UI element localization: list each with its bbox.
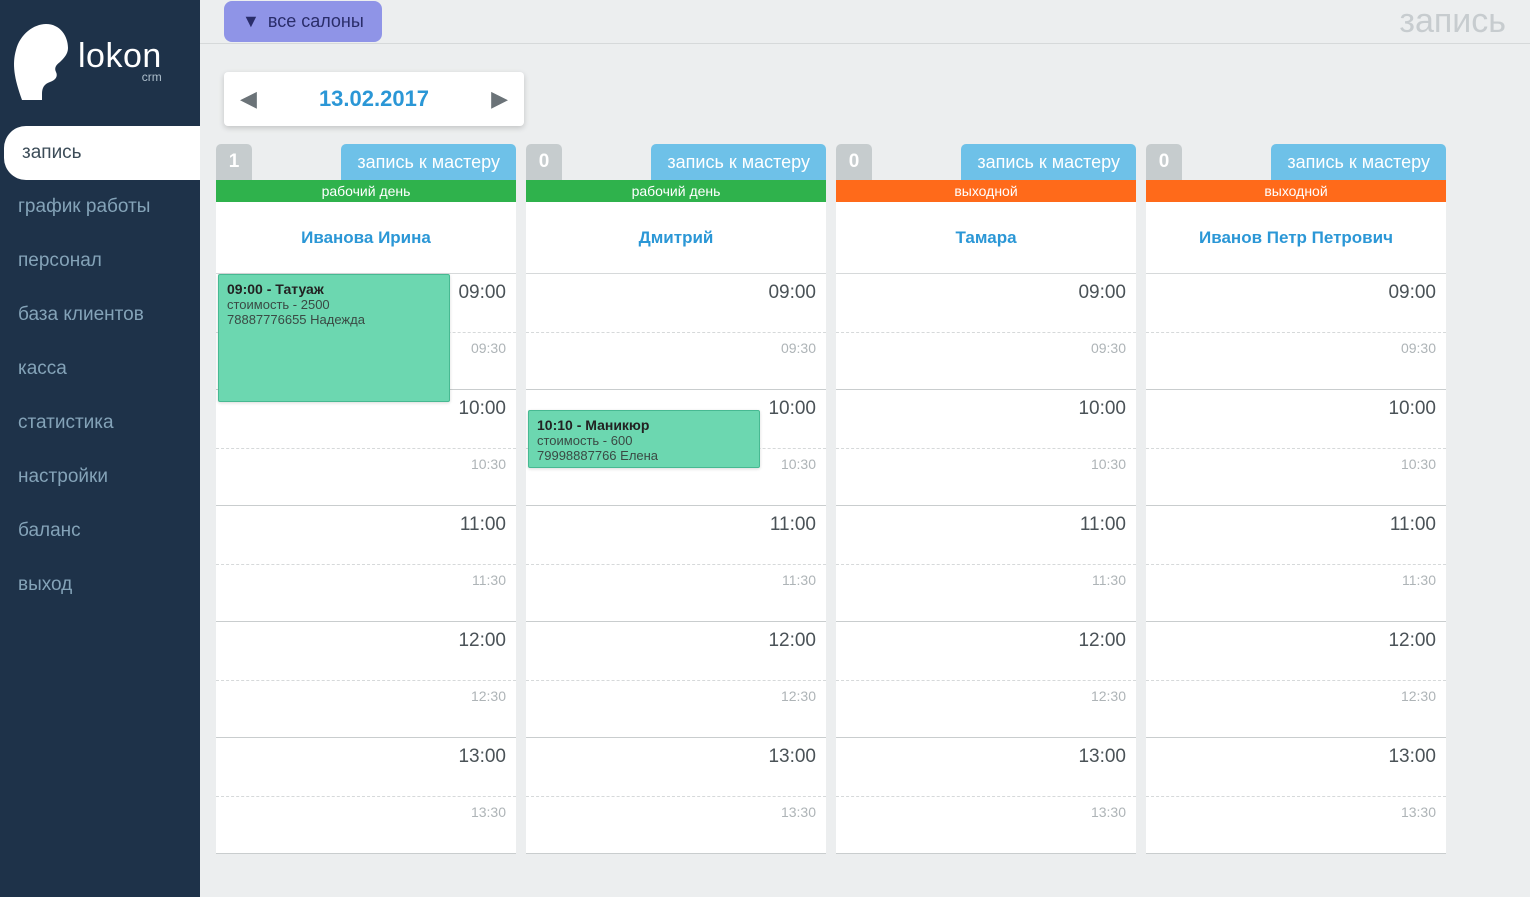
master-name[interactable]: Дмитрий: [526, 202, 826, 274]
time-slots: 09:0009:30 10:0010:30 11:0011:30 12:0012…: [836, 274, 1136, 854]
time-slot[interactable]: 13:0013:30: [216, 738, 516, 854]
time-slot[interactable]: 09:0009:30: [836, 274, 1136, 390]
appointment-count-badge: 0: [1146, 144, 1182, 180]
time-slot[interactable]: 12:0012:30: [216, 622, 516, 738]
nav-item-nastroyki[interactable]: настройки: [0, 450, 200, 504]
time-slot[interactable]: 10:0010:30: [836, 390, 1136, 506]
appointment-count-badge: 0: [526, 144, 562, 180]
time-slot[interactable]: 11:0011:30: [836, 506, 1136, 622]
nav-item-kassa[interactable]: касса: [0, 342, 200, 396]
salon-picker[interactable]: ▼ все салоны: [224, 1, 382, 42]
nav-item-personal[interactable]: персонал: [0, 234, 200, 288]
day-type-label: рабочий день: [526, 180, 826, 202]
time-slots: 09:00 - Татуаж стоимость - 2500 78887776…: [216, 274, 516, 854]
master-name[interactable]: Тамара: [836, 202, 1136, 274]
time-slot[interactable]: 10:0010:30: [1146, 390, 1446, 506]
date-text[interactable]: 13.02.2017: [319, 86, 429, 112]
master-name[interactable]: Иванов Петр Петрович: [1146, 202, 1446, 274]
appointment-card[interactable]: 09:00 - Татуаж стоимость - 2500 78887776…: [218, 274, 450, 402]
master-column: 1 запись к мастеру рабочий день Иванова …: [216, 144, 516, 854]
book-master-button[interactable]: запись к мастеру: [341, 144, 516, 180]
appointment-price: стоимость - 600: [537, 433, 751, 448]
master-column: 0 запись к мастеру выходной Иванов Петр …: [1146, 144, 1446, 854]
sidebar: lokon crm запись график работы персонал …: [0, 0, 200, 897]
time-slot[interactable]: 11:0011:30: [526, 506, 826, 622]
time-slot[interactable]: 11:0011:30: [216, 506, 516, 622]
next-day-button[interactable]: ▶: [491, 86, 508, 112]
chevron-down-icon: ▼: [242, 11, 260, 32]
time-slot[interactable]: 13:0013:30: [526, 738, 826, 854]
logo: lokon crm: [0, 0, 200, 120]
time-slots: 10:10 - Маникюр стоимость - 600 79998887…: [526, 274, 826, 854]
profile-silhouette-icon: [10, 20, 70, 100]
page-title: запись: [1399, 2, 1506, 41]
nav-item-balans[interactable]: баланс: [0, 504, 200, 558]
time-slot[interactable]: 10:0010:30: [216, 390, 516, 506]
appointment-client: 78887776655 Надежда: [227, 312, 441, 327]
appointment-client: 79998887766 Елена: [537, 448, 751, 463]
master-column: 0 запись к мастеру выходной Тамара 09:00…: [836, 144, 1136, 854]
date-picker: ◀ 13.02.2017 ▶: [224, 72, 524, 126]
time-slot[interactable]: 09:0009:30: [526, 274, 826, 390]
nav-item-baza[interactable]: база клиентов: [0, 288, 200, 342]
nav-item-zapis[interactable]: запись: [4, 126, 200, 180]
appointment-price: стоимость - 2500: [227, 297, 441, 312]
appointment-count-badge: 0: [836, 144, 872, 180]
time-slot[interactable]: 12:0012:30: [1146, 622, 1446, 738]
book-master-button[interactable]: запись к мастеру: [1271, 144, 1446, 180]
time-slot[interactable]: 11:0011:30: [1146, 506, 1446, 622]
appointment-title: 10:10 - Маникюр: [537, 417, 751, 433]
book-master-button[interactable]: запись к мастеру: [961, 144, 1136, 180]
day-type-label: выходной: [836, 180, 1136, 202]
master-name[interactable]: Иванова Ирина: [216, 202, 516, 274]
date-picker-row: ◀ 13.02.2017 ▶: [200, 44, 1530, 144]
time-slot[interactable]: 13:0013:30: [836, 738, 1136, 854]
master-column: 0 запись к мастеру рабочий день Дмитрий …: [526, 144, 826, 854]
time-slots: 09:0009:30 10:0010:30 11:0011:30 12:0012…: [1146, 274, 1446, 854]
time-slot[interactable]: 09:0009:30: [1146, 274, 1446, 390]
appointment-title: 09:00 - Татуаж: [227, 281, 441, 297]
appointment-count-badge: 1: [216, 144, 252, 180]
book-master-button[interactable]: запись к мастеру: [651, 144, 826, 180]
time-slot[interactable]: 12:0012:30: [526, 622, 826, 738]
nav-item-statistika[interactable]: статистика: [0, 396, 200, 450]
nav: запись график работы персонал база клиен…: [0, 126, 200, 612]
master-columns: 1 запись к мастеру рабочий день Иванова …: [200, 144, 1530, 854]
nav-item-grafik[interactable]: график работы: [0, 180, 200, 234]
prev-day-button[interactable]: ◀: [240, 86, 257, 112]
main: ▼ все салоны запись ◀ 13.02.2017 ▶ 1 зап…: [200, 0, 1530, 897]
appointment-card[interactable]: 10:10 - Маникюр стоимость - 600 79998887…: [528, 410, 760, 468]
nav-item-vykhod[interactable]: выход: [0, 558, 200, 612]
topbar: ▼ все салоны запись: [200, 0, 1530, 44]
salon-picker-label: все салоны: [268, 11, 364, 32]
day-type-label: рабочий день: [216, 180, 516, 202]
time-slot[interactable]: 13:0013:30: [1146, 738, 1446, 854]
time-slot[interactable]: 12:0012:30: [836, 622, 1136, 738]
day-type-label: выходной: [1146, 180, 1446, 202]
